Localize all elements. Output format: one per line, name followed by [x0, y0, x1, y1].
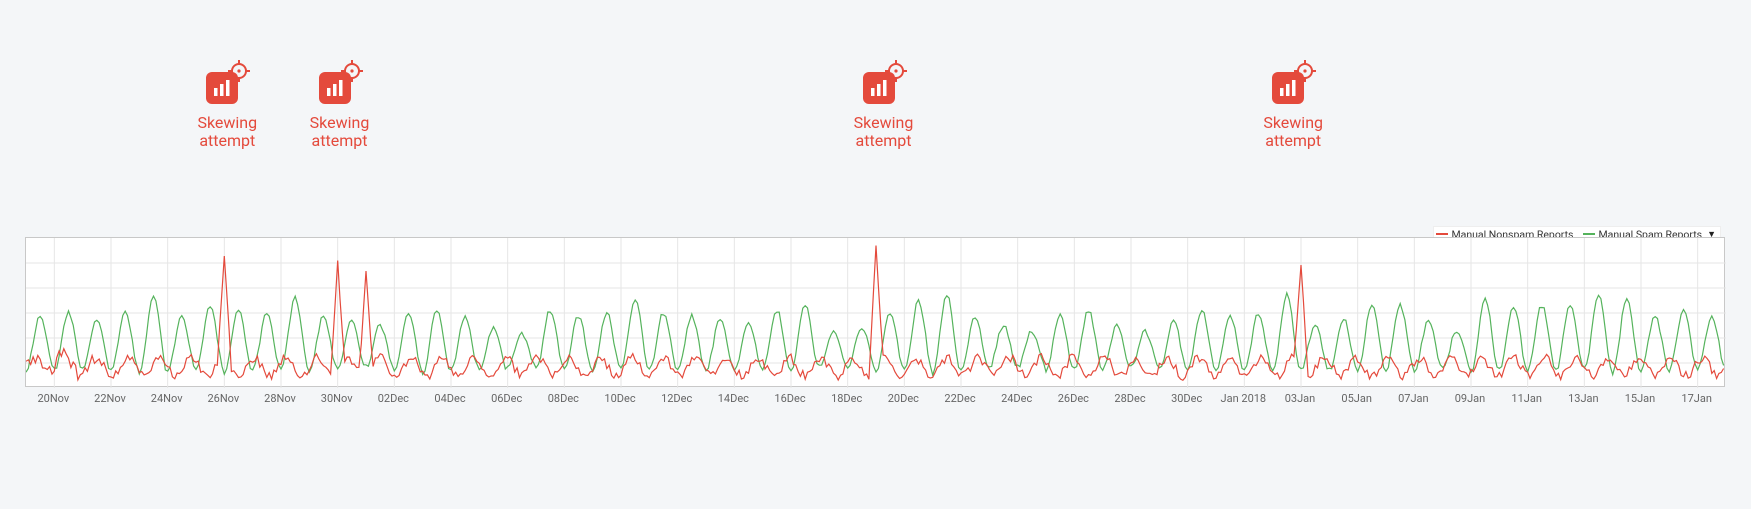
legend-swatch-spam — [1583, 233, 1595, 236]
x-tick-label: 22Nov — [94, 392, 126, 405]
x-tick-label: 08Dec — [548, 392, 579, 405]
x-tick-label: 26Dec — [1058, 392, 1089, 405]
x-tick-label: 16Dec — [774, 392, 805, 405]
skewing-attempt-callout: Skewingattempt — [1233, 62, 1353, 151]
x-tick-label: 20Nov — [37, 392, 69, 405]
x-tick-label: 04Dec — [434, 392, 465, 405]
crosshair-icon — [1294, 60, 1316, 82]
x-tick-label: 18Dec — [831, 392, 862, 405]
x-tick-label: 13Jan — [1568, 392, 1599, 405]
x-tick-label: Jan 2018 — [1221, 392, 1267, 405]
annotation-label: Skewingattempt — [167, 114, 287, 151]
x-tick-label: 28Nov — [264, 392, 296, 405]
crosshair-icon — [885, 60, 907, 82]
x-tick-label: 26Nov — [207, 392, 239, 405]
x-tick-label: 10Dec — [604, 392, 635, 405]
chart-svg — [26, 238, 1726, 388]
x-tick-label: 17Jan — [1681, 392, 1712, 405]
x-tick-label: 28Dec — [1114, 392, 1145, 405]
x-tick-label: 15Jan — [1625, 392, 1656, 405]
x-tick-label: 03Jan — [1285, 392, 1316, 405]
x-tick-label: 11Jan — [1511, 392, 1542, 405]
x-tick-label: 09Jan — [1455, 392, 1486, 405]
x-tick-label: 22Dec — [944, 392, 975, 405]
crosshair-icon — [228, 60, 250, 82]
x-tick-label: 05Jan — [1341, 392, 1372, 405]
annotation-label: Skewingattempt — [1233, 114, 1353, 151]
x-tick-label: 02Dec — [378, 392, 409, 405]
timeseries-chart[interactable] — [25, 237, 1725, 387]
x-tick-label: 12Dec — [661, 392, 692, 405]
crosshair-icon — [341, 60, 363, 82]
annotation-label: Skewingattempt — [824, 114, 944, 151]
x-tick-label: 20Dec — [888, 392, 919, 405]
x-tick-label: 30Nov — [321, 392, 353, 405]
x-axis: 20Nov 22Nov 24Nov 26Nov 28Nov 30Nov 02Dec 04Dec… — [25, 390, 1725, 410]
x-tick-label: 30Dec — [1171, 392, 1202, 405]
skewing-attempt-callout: Skewingattempt — [167, 62, 287, 151]
skewing-attempt-callout: Skewingattempt — [280, 62, 400, 151]
annotation-label: Skewingattempt — [280, 114, 400, 151]
legend-swatch-nonspam — [1436, 233, 1448, 236]
x-tick-label: 06Dec — [491, 392, 522, 405]
x-tick-label: 14Dec — [718, 392, 749, 405]
x-tick-label: 07Jan — [1398, 392, 1429, 405]
x-tick-label: 24Dec — [1001, 392, 1032, 405]
x-tick-label: 24Nov — [151, 392, 183, 405]
skewing-attempt-callout: Skewingattempt — [824, 62, 944, 151]
